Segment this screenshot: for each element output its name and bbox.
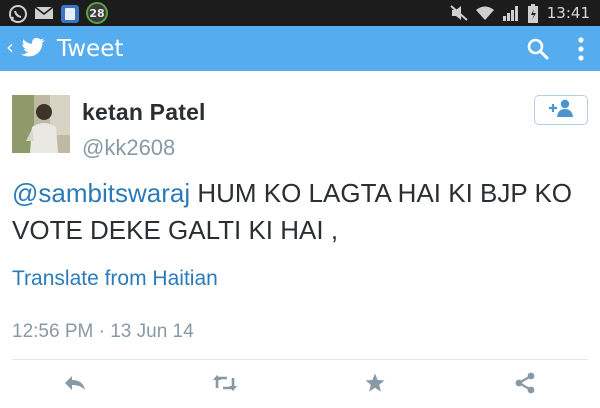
whatsapp-icon: [8, 4, 28, 23]
mute-icon: [449, 4, 469, 22]
tweet-text: @sambitswaraj HUM KO LAGTA HAI KI BJP KO…: [12, 175, 592, 249]
follow-user-icon: [547, 98, 575, 122]
retweet-icon[interactable]: [212, 371, 238, 395]
wifi-icon: [475, 4, 495, 22]
notification-badge: 28: [86, 2, 108, 24]
follow-button[interactable]: [534, 95, 588, 125]
divider: [12, 359, 588, 360]
tweet-detail: ketan Patel @kk2608 @sambitswaraj HUM KO…: [0, 71, 600, 408]
mention-link[interactable]: @sambitswaraj: [12, 178, 190, 208]
status-bar-notifications: 28: [8, 2, 108, 24]
author-handle[interactable]: @kk2608: [82, 135, 175, 161]
share-icon[interactable]: [512, 371, 538, 395]
search-icon[interactable]: [526, 37, 550, 61]
author-name[interactable]: ketan Patel: [82, 99, 206, 126]
translate-link[interactable]: Translate from Haitian: [12, 267, 218, 291]
app-icon: [60, 4, 80, 23]
clock: 13:41: [546, 4, 590, 22]
signal-icon: [501, 4, 521, 22]
battery-icon: [527, 4, 539, 23]
overflow-menu-icon[interactable]: [574, 36, 588, 62]
action-bar: ‹ Tweet: [0, 26, 600, 71]
page-title: Tweet: [57, 36, 124, 62]
tweet-timestamp: 12:56 PM · 13 Jun 14: [12, 321, 194, 342]
reply-icon[interactable]: [62, 371, 88, 395]
avatar[interactable]: [12, 95, 70, 153]
status-bar: 28 13:41: [0, 0, 600, 26]
twitter-bird-icon[interactable]: [21, 36, 47, 60]
favorite-icon[interactable]: [362, 371, 388, 395]
status-bar-system: 13:41: [449, 2, 590, 24]
back-button[interactable]: ‹: [6, 34, 14, 60]
email-icon: [34, 4, 54, 22]
